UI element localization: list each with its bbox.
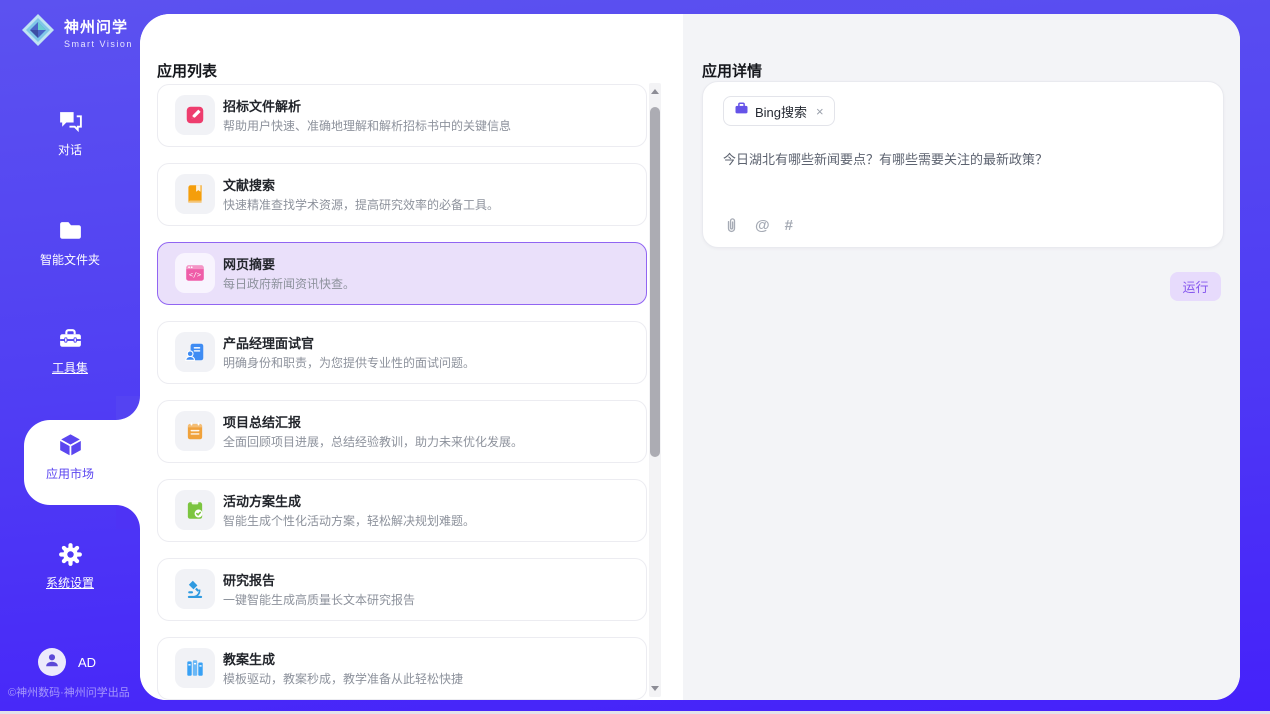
app-card[interactable]: 教案生成模板驱动，教案秒成，教学准备从此轻松快捷 — [157, 637, 647, 700]
app-card-desc: 帮助用户快速、准确地理解和解析招标书中的关键信息 — [223, 117, 511, 134]
cube-icon — [0, 430, 140, 459]
user-name: AD — [78, 655, 96, 670]
tool-tag-label: Bing搜索 — [755, 102, 807, 121]
app-detail-panel: 应用详情 Bing搜索 × 今日湖北有哪些新闻要点？有哪些需要关注的最新政策？ … — [683, 14, 1240, 700]
diamond-logo-icon — [20, 12, 56, 53]
prompt-input[interactable]: 今日湖北有哪些新闻要点？有哪些需要关注的最新政策？ — [723, 150, 1203, 169]
app-card-title: 活动方案生成 — [223, 491, 301, 510]
app-card-title: 研究报告 — [223, 570, 275, 589]
sidebar-item-label: 智能文件夹 — [0, 251, 140, 268]
sidebar: 神州问学 Smart Vision 对话智能文件夹工具集应用市场系统设置 AD … — [0, 0, 140, 714]
list-scrollbar[interactable] — [649, 83, 661, 697]
app-logo: 神州问学 Smart Vision — [20, 12, 133, 53]
app-card-desc: 快速精准查找学术资源，提高研究效率的必备工具。 — [223, 196, 499, 213]
scroll-down-icon[interactable] — [651, 686, 659, 691]
bubble-fillet-top — [116, 396, 140, 420]
app-card[interactable]: 招标文件解析帮助用户快速、准确地理解和解析招标书中的关键信息 — [157, 84, 647, 147]
app-list-panel: 应用列表 招标文件解析帮助用户快速、准确地理解和解析招标书中的关键信息文献搜索快… — [140, 14, 683, 700]
interview-icon — [175, 332, 215, 372]
scrollbar-thumb[interactable] — [650, 107, 660, 457]
mention-icon[interactable]: @ — [755, 217, 770, 234]
app-card[interactable]: 活动方案生成智能生成个性化活动方案，轻松解决规划难题。 — [157, 479, 647, 542]
app-card-title: 网页摘要 — [223, 254, 275, 273]
sidebar-item-cube[interactable]: 应用市场 — [0, 430, 140, 482]
app-card-desc: 一键智能生成高质量长文本研究报告 — [223, 591, 415, 608]
sidebar-item-chat[interactable]: 对话 — [0, 108, 140, 158]
books-icon — [175, 648, 215, 688]
brand-subtitle: Smart Vision — [64, 39, 133, 49]
sidebar-item-label: 应用市场 — [0, 465, 140, 482]
prompt-card: Bing搜索 × 今日湖北有哪些新闻要点？有哪些需要关注的最新政策？ @ # — [702, 81, 1224, 248]
microscope-icon — [175, 569, 215, 609]
copyright-footer: ©神州数码·神州问学出品 — [8, 684, 130, 700]
attachment-icon[interactable] — [723, 217, 740, 234]
browser-code-icon: </> — [175, 253, 215, 293]
sidebar-item-gear[interactable]: 系统设置 — [0, 541, 140, 591]
app-cards: 招标文件解析帮助用户快速、准确地理解和解析招标书中的关键信息文献搜索快速精准查找… — [157, 84, 647, 700]
sidebar-item-label: 工具集 — [0, 359, 140, 376]
sidebar-item-folder[interactable]: 智能文件夹 — [0, 218, 140, 268]
app-card-desc: 每日政府新闻资讯快查。 — [223, 275, 355, 292]
chat-icon — [0, 108, 140, 135]
avatar — [38, 648, 66, 676]
run-button[interactable]: 运行 — [1170, 272, 1221, 301]
brand-name: 神州问学 — [64, 16, 133, 37]
app-card[interactable]: 项目总结汇报全面回顾项目进展，总结经验教训，助力未来优化发展。 — [157, 400, 647, 463]
app-card-title: 招标文件解析 — [223, 96, 301, 115]
gear-icon — [0, 541, 140, 568]
app-card[interactable]: </> 网页摘要每日政府新闻资讯快查。 — [157, 242, 647, 305]
user-row[interactable]: AD — [38, 648, 96, 676]
app-card[interactable]: 文献搜索快速精准查找学术资源，提高研究效率的必备工具。 — [157, 163, 647, 226]
app-card-title: 教案生成 — [223, 649, 275, 668]
main-content: 应用列表 招标文件解析帮助用户快速、准确地理解和解析招标书中的关键信息文献搜索快… — [140, 14, 1240, 700]
app-card-desc: 模板驱动，教案秒成，教学准备从此轻松快捷 — [223, 670, 463, 687]
app-list-title: 应用列表 — [157, 60, 217, 81]
clipboard-check-icon — [175, 490, 215, 530]
scroll-up-icon[interactable] — [651, 89, 659, 94]
app-card[interactable]: 产品经理面试官明确身份和职责，为您提供专业性的面试问题。 — [157, 321, 647, 384]
app-card-title: 项目总结汇报 — [223, 412, 301, 431]
briefcase-icon — [734, 101, 749, 121]
notepad-icon — [175, 411, 215, 451]
sidebar-item-label: 系统设置 — [0, 574, 140, 591]
sidebar-item-label: 对话 — [0, 141, 140, 158]
book-icon — [175, 174, 215, 214]
svg-text:</>: </> — [189, 271, 201, 279]
input-toolbar: @ # — [723, 217, 793, 234]
close-icon[interactable]: × — [816, 104, 824, 119]
app-card-desc: 智能生成个性化活动方案，轻松解决规划难题。 — [223, 512, 475, 529]
bubble-fillet-bottom — [116, 505, 140, 529]
app-card-desc: 明确身份和职责，为您提供专业性的面试问题。 — [223, 354, 475, 371]
person-icon — [43, 651, 61, 674]
app-card[interactable]: 研究报告一键智能生成高质量长文本研究报告 — [157, 558, 647, 621]
app-card-title: 文献搜索 — [223, 175, 275, 194]
app-detail-title: 应用详情 — [702, 60, 762, 81]
tool-tag-bing-search[interactable]: Bing搜索 × — [723, 96, 835, 126]
folder-icon — [0, 218, 140, 245]
doc-edit-icon — [175, 95, 215, 135]
hash-icon[interactable]: # — [785, 217, 793, 234]
app-card-title: 产品经理面试官 — [223, 333, 314, 352]
toolbox-icon — [0, 326, 140, 353]
sidebar-item-toolbox[interactable]: 工具集 — [0, 326, 140, 376]
app-card-desc: 全面回顾项目进展，总结经验教训，助力未来优化发展。 — [223, 433, 523, 450]
